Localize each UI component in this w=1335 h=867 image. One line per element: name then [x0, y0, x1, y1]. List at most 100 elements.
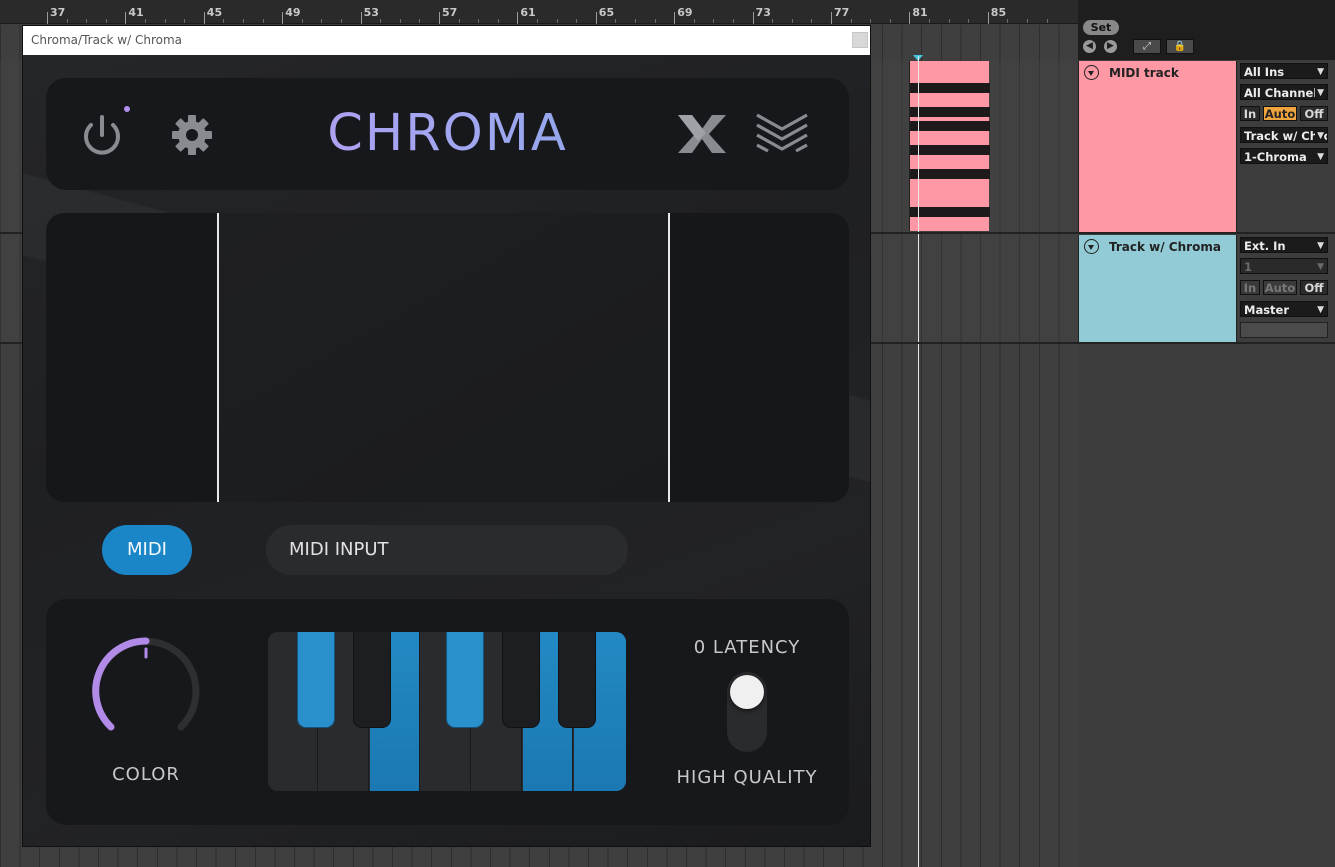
midi-note	[910, 169, 990, 179]
ruler-minor-tick	[184, 19, 186, 23]
source-input-select[interactable]: MIDI INPUT	[266, 525, 628, 575]
ruler-bar-number: 81	[912, 6, 928, 19]
ruler-minor-tick	[105, 19, 107, 23]
ruler-bar-number: 69	[677, 6, 693, 19]
black-key[interactable]	[446, 632, 484, 728]
ruler-minor-tick	[419, 19, 421, 23]
ruler-bar-number: 61	[520, 6, 536, 19]
piano-keyboard[interactable]	[268, 632, 626, 791]
ruler-minor-tick	[968, 19, 970, 23]
monitor-off-button[interactable]: Off	[1300, 106, 1328, 121]
ruler-minor-tick	[635, 19, 636, 23]
ruler-minor-tick	[850, 19, 852, 23]
io-section-midi: All Ins All Channels In Auto Off Track w…	[1236, 61, 1335, 232]
io-section-chroma: Ext. In 1 In Auto Off Master	[1236, 235, 1335, 342]
high-quality-label[interactable]: HIGH QUALITY	[656, 767, 838, 788]
set-button[interactable]: Set	[1083, 20, 1119, 35]
monitor-auto-button[interactable]: Auto	[1263, 106, 1297, 121]
ruler-minor-tick	[66, 19, 68, 23]
monitor-off-button[interactable]: Off	[1300, 280, 1328, 295]
ruler-bar-number: 57	[442, 6, 458, 19]
track-header-midi[interactable]: MIDI track	[1078, 61, 1236, 232]
ruler-minor-tick	[576, 19, 578, 23]
ruler-bar-number: 49	[285, 6, 301, 19]
input-channel-select[interactable]: 1	[1240, 258, 1328, 274]
black-key[interactable]	[558, 632, 596, 728]
ruler-minor-tick	[497, 19, 499, 23]
x-logo-icon[interactable]	[676, 111, 728, 157]
ruler-minor-tick	[733, 19, 734, 23]
input-channel-select[interactable]: All Channels	[1240, 84, 1328, 100]
ruler-tick-line	[439, 12, 440, 24]
ruler-minor-tick	[870, 19, 872, 23]
fold-icon[interactable]	[1084, 239, 1099, 254]
ruler-minor-tick	[223, 19, 225, 23]
monitor-auto-button[interactable]: Auto	[1263, 280, 1297, 295]
ruler-minor-tick	[478, 19, 480, 23]
ruler-minor-tick	[399, 19, 401, 23]
ruler-minor-tick	[1007, 19, 1009, 23]
expand-icon[interactable]: ⤢	[1133, 39, 1161, 54]
window-title: Chroma/Track w/ Chroma	[31, 33, 183, 47]
ruler-minor-tick	[556, 19, 558, 23]
ruler-bar-number: 53	[363, 6, 379, 19]
ruler-tick-line	[831, 12, 832, 24]
beat-ruler[interactable]: 37 41 45 49 53 57 61 65 69 73 77 81 85	[0, 0, 1078, 24]
fold-icon[interactable]	[1084, 65, 1099, 80]
chroma-plugin-window: Chroma/Track w/ Chroma CHROMA MIDI MIDI …	[22, 25, 871, 847]
ruler-minor-tick	[1046, 19, 1048, 23]
color-knob[interactable]	[86, 631, 206, 751]
midi-clip[interactable]	[909, 61, 990, 231]
ruler-minor-tick	[889, 19, 891, 23]
ruler-minor-tick	[1027, 19, 1028, 23]
track-name[interactable]: Track w/ Chroma	[1109, 240, 1221, 254]
monitor-in-button[interactable]: In	[1240, 106, 1260, 121]
ruler-tick-line	[909, 12, 911, 24]
latency-label[interactable]: 0 LATENCY	[656, 637, 838, 658]
close-icon[interactable]	[852, 32, 868, 48]
output-channel-select[interactable]: 1-Chroma	[1240, 148, 1328, 164]
ruler-minor-tick	[380, 19, 382, 23]
prev-locator-icon[interactable]: ◀	[1083, 40, 1096, 53]
lock-icon[interactable]: 🔒	[1166, 39, 1194, 54]
ruler-minor-tick	[929, 19, 930, 23]
layers-logo-icon[interactable]	[754, 111, 810, 157]
toggle-knob[interactable]	[730, 675, 764, 709]
range-right-handle[interactable]	[668, 213, 670, 502]
input-type-select[interactable]: Ext. In	[1240, 237, 1328, 253]
brand-logo-text: CHROMA	[46, 104, 849, 163]
next-locator-icon[interactable]: ▶	[1104, 40, 1117, 53]
midi-note	[910, 107, 990, 117]
black-key[interactable]	[353, 632, 391, 728]
output-type-select[interactable]: Master	[1240, 301, 1328, 317]
ruler-tick-line	[282, 12, 284, 24]
black-key[interactable]	[297, 632, 335, 728]
input-type-select[interactable]: All Ins	[1240, 63, 1328, 79]
ruler-tick-line	[752, 12, 754, 24]
controls-panel: COLOR 0 LATENCY HIGH QUALITY	[46, 599, 849, 825]
monitor-in-button[interactable]: In	[1240, 280, 1260, 295]
track-header-chroma[interactable]: Track w/ Chroma	[1078, 235, 1236, 342]
ruler-minor-tick	[791, 19, 793, 23]
ruler-tick-line	[987, 12, 989, 24]
quality-toggle[interactable]	[727, 672, 767, 752]
plugin-titlebar[interactable]: Chroma/Track w/ Chroma	[23, 26, 870, 55]
midi-note	[910, 121, 990, 131]
ruler-minor-tick	[86, 19, 88, 23]
ruler-tick-line	[674, 12, 676, 24]
range-left-handle[interactable]	[217, 213, 219, 502]
ruler-bar-number: 73	[755, 6, 771, 19]
ruler-tick-line	[47, 12, 48, 24]
ruler-minor-tick	[262, 19, 264, 23]
midi-note	[910, 83, 990, 93]
spectrum-display[interactable]	[46, 213, 849, 502]
ruler-tick-line	[595, 12, 597, 24]
track-name[interactable]: MIDI track	[1109, 66, 1179, 80]
black-key[interactable]	[502, 632, 540, 728]
output-channel-select[interactable]	[1240, 322, 1328, 338]
output-type-select[interactable]: Track w/ Chroma	[1240, 127, 1328, 143]
midi-mode-button[interactable]: MIDI	[102, 525, 192, 575]
ruler-bar-number: 85	[990, 6, 1007, 19]
ruler-minor-tick	[301, 19, 303, 23]
ruler-minor-tick	[164, 19, 166, 23]
